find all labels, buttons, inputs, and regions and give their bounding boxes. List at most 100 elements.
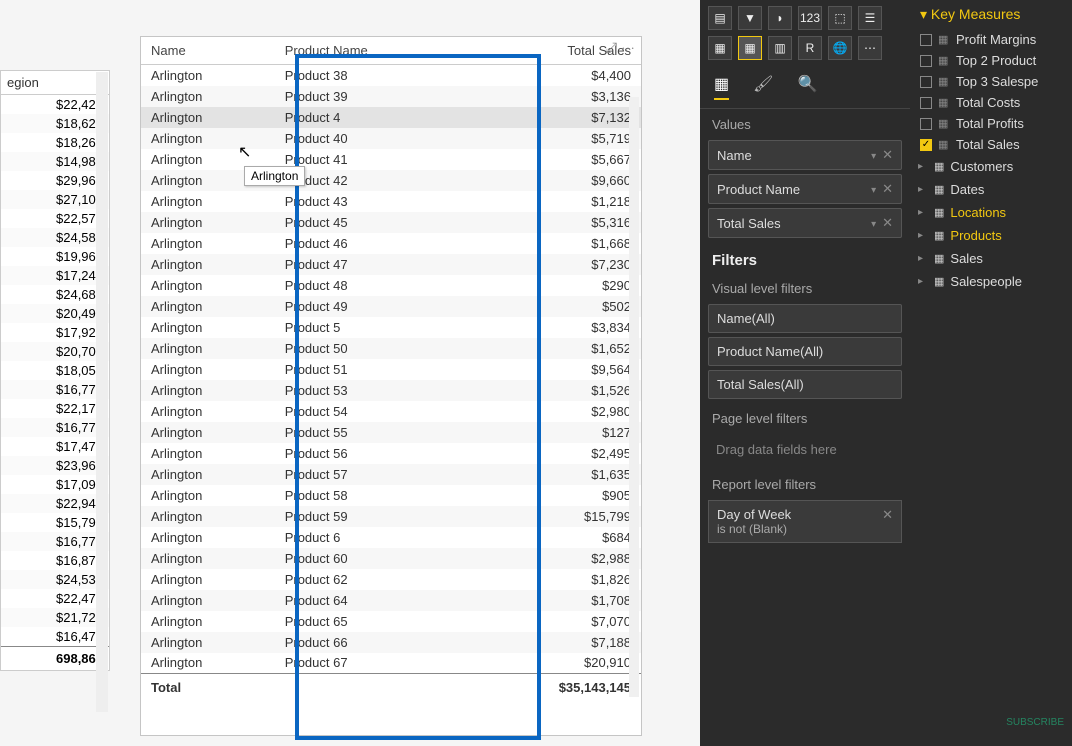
table-row[interactable]: ArlingtonProduct 42$9,660: [141, 170, 641, 191]
region-row[interactable]: $21,726: [1, 608, 109, 627]
report-filter-chip[interactable]: Day of Week is not (Blank) ✕: [708, 500, 902, 543]
value-well[interactable]: Total Sales▾✕: [708, 208, 902, 238]
col-name[interactable]: Name: [141, 37, 275, 65]
remove-filter-icon[interactable]: ✕: [882, 507, 893, 523]
region-row[interactable]: $17,248: [1, 266, 109, 285]
region-row[interactable]: $18,264: [1, 133, 109, 152]
region-row[interactable]: $18,056: [1, 361, 109, 380]
field-measure[interactable]: ▦Total Sales: [910, 134, 1072, 155]
field-measure[interactable]: ▦Profit Margins: [910, 29, 1072, 50]
table-row[interactable]: ArlingtonProduct 57$1,635: [141, 464, 641, 485]
region-row[interactable]: $16,772: [1, 418, 109, 437]
region-row[interactable]: $14,987: [1, 152, 109, 171]
visual-filter-chip[interactable]: Total Sales(All): [708, 370, 902, 399]
viz-treemap-icon[interactable]: ▦: [708, 36, 732, 60]
table-row[interactable]: ArlingtonProduct 50$1,652: [141, 338, 641, 359]
viz-card-icon[interactable]: 123: [798, 6, 822, 30]
chevron-right-icon[interactable]: ▸: [918, 253, 928, 264]
region-row[interactable]: $27,104: [1, 190, 109, 209]
remove-icon[interactable]: ✕: [882, 181, 893, 196]
region-row[interactable]: $16,772: [1, 532, 109, 551]
region-row[interactable]: $16,471: [1, 627, 109, 646]
table-row[interactable]: ArlingtonProduct 4$7,132: [141, 107, 641, 128]
region-row[interactable]: $22,570: [1, 209, 109, 228]
table-row[interactable]: ArlingtonProduct 67$20,910: [141, 653, 641, 674]
table-scrollbar[interactable]: [629, 97, 639, 697]
table-row[interactable]: ArlingtonProduct 62$1,826: [141, 569, 641, 590]
table-row[interactable]: ArlingtonProduct 46$1,668: [141, 233, 641, 254]
field-measure[interactable]: ▦Top 2 Product: [910, 50, 1072, 71]
field-table[interactable]: ▸▦Products: [910, 224, 1072, 247]
table-row[interactable]: ArlingtonProduct 5$3,834: [141, 317, 641, 338]
field-measure[interactable]: ▦Total Profits: [910, 113, 1072, 134]
region-row[interactable]: $19,960: [1, 247, 109, 266]
chevron-right-icon[interactable]: ▸: [918, 230, 928, 241]
remove-icon[interactable]: ✕: [882, 215, 893, 230]
checkbox[interactable]: [920, 55, 932, 67]
table-row[interactable]: ArlingtonProduct 53$1,526: [141, 380, 641, 401]
focus-mode-icon[interactable]: ⤢: [606, 39, 617, 55]
table-row[interactable]: ArlingtonProduct 56$2,495: [141, 443, 641, 464]
region-row[interactable]: $16,870: [1, 551, 109, 570]
viz-funnel-icon[interactable]: ▼: [738, 6, 762, 30]
table-visual[interactable]: ⤢ ⋯ Name Product Name Total Sales Arling…: [140, 36, 642, 736]
region-row[interactable]: $18,620: [1, 114, 109, 133]
visual-filter-chip[interactable]: Product Name(All): [708, 337, 902, 366]
field-table[interactable]: ▸▦Dates: [910, 178, 1072, 201]
chevron-down-icon[interactable]: ▾: [871, 219, 876, 230]
viz-stacked-bar-icon[interactable]: ▤: [708, 6, 732, 30]
value-well[interactable]: Product Name▾✕: [708, 174, 902, 204]
viz-kpi-icon[interactable]: ⬚: [828, 6, 852, 30]
viz-table-icon[interactable]: ▦: [738, 36, 762, 60]
region-row[interactable]: $23,960: [1, 456, 109, 475]
viz-gauge-icon[interactable]: ◗: [768, 6, 792, 30]
fields-tab-icon[interactable]: ▦: [714, 74, 729, 100]
chevron-right-icon[interactable]: ▸: [918, 161, 928, 172]
table-row[interactable]: ArlingtonProduct 45$5,316: [141, 212, 641, 233]
viz-map-icon[interactable]: 🌐: [828, 36, 852, 60]
table-row[interactable]: ArlingtonProduct 54$2,980: [141, 401, 641, 422]
visual-actions[interactable]: ⤢ ⋯: [606, 39, 635, 56]
remove-icon[interactable]: ✕: [882, 147, 893, 162]
key-measures-group[interactable]: ▾ Key Measures: [910, 0, 1072, 29]
table-row[interactable]: ArlingtonProduct 40$5,719: [141, 128, 641, 149]
more-options-icon[interactable]: ⋯: [621, 39, 635, 55]
field-table[interactable]: ▸▦Customers: [910, 155, 1072, 178]
table-row[interactable]: ArlingtonProduct 60$2,988: [141, 548, 641, 569]
table-row[interactable]: ArlingtonProduct 43$1,218: [141, 191, 641, 212]
region-row[interactable]: $24,585: [1, 228, 109, 247]
chevron-right-icon[interactable]: ▸: [918, 276, 928, 287]
region-row[interactable]: $16,772: [1, 380, 109, 399]
field-measure[interactable]: ▦Top 3 Salespe: [910, 71, 1072, 92]
table-row[interactable]: ArlingtonProduct 51$9,564: [141, 359, 641, 380]
table-row[interactable]: ArlingtonProduct 65$7,070: [141, 611, 641, 632]
chevron-right-icon[interactable]: ▸: [918, 207, 928, 218]
region-row[interactable]: $22,176: [1, 399, 109, 418]
table-row[interactable]: ArlingtonProduct 66$7,188: [141, 632, 641, 653]
visual-filter-chip[interactable]: Name(All): [708, 304, 902, 333]
chevron-down-icon[interactable]: ▾: [871, 185, 876, 196]
region-row[interactable]: $22,425: [1, 95, 109, 114]
field-table[interactable]: ▸▦Salespeople: [910, 270, 1072, 293]
region-scrollbar[interactable]: [96, 72, 108, 712]
table-row[interactable]: ArlingtonProduct 64$1,708: [141, 590, 641, 611]
checkbox[interactable]: [920, 34, 932, 46]
viz-r-icon[interactable]: R: [798, 36, 822, 60]
table-row[interactable]: ArlingtonProduct 38$4,400: [141, 65, 641, 86]
field-measure[interactable]: ▦Total Costs: [910, 92, 1072, 113]
checkbox[interactable]: [920, 97, 932, 109]
region-row[interactable]: $17,479: [1, 437, 109, 456]
table-row[interactable]: ArlingtonProduct 39$3,136: [141, 86, 641, 107]
viz-matrix-icon[interactable]: ▥: [768, 36, 792, 60]
table-row[interactable]: ArlingtonProduct 58$905: [141, 485, 641, 506]
checkbox[interactable]: [920, 118, 932, 130]
region-table[interactable]: egion $22,425$18,620$18,264$14,987$29,96…: [0, 70, 110, 671]
viz-slicer-icon[interactable]: ☰: [858, 6, 882, 30]
region-row[interactable]: $15,799: [1, 513, 109, 532]
chevron-down-icon[interactable]: ▾: [871, 151, 876, 162]
region-row[interactable]: $20,496: [1, 304, 109, 323]
region-row[interactable]: $22,473: [1, 589, 109, 608]
table-row[interactable]: ArlingtonProduct 47$7,230: [141, 254, 641, 275]
checkbox[interactable]: [920, 76, 932, 88]
value-well[interactable]: Name▾✕: [708, 140, 902, 170]
